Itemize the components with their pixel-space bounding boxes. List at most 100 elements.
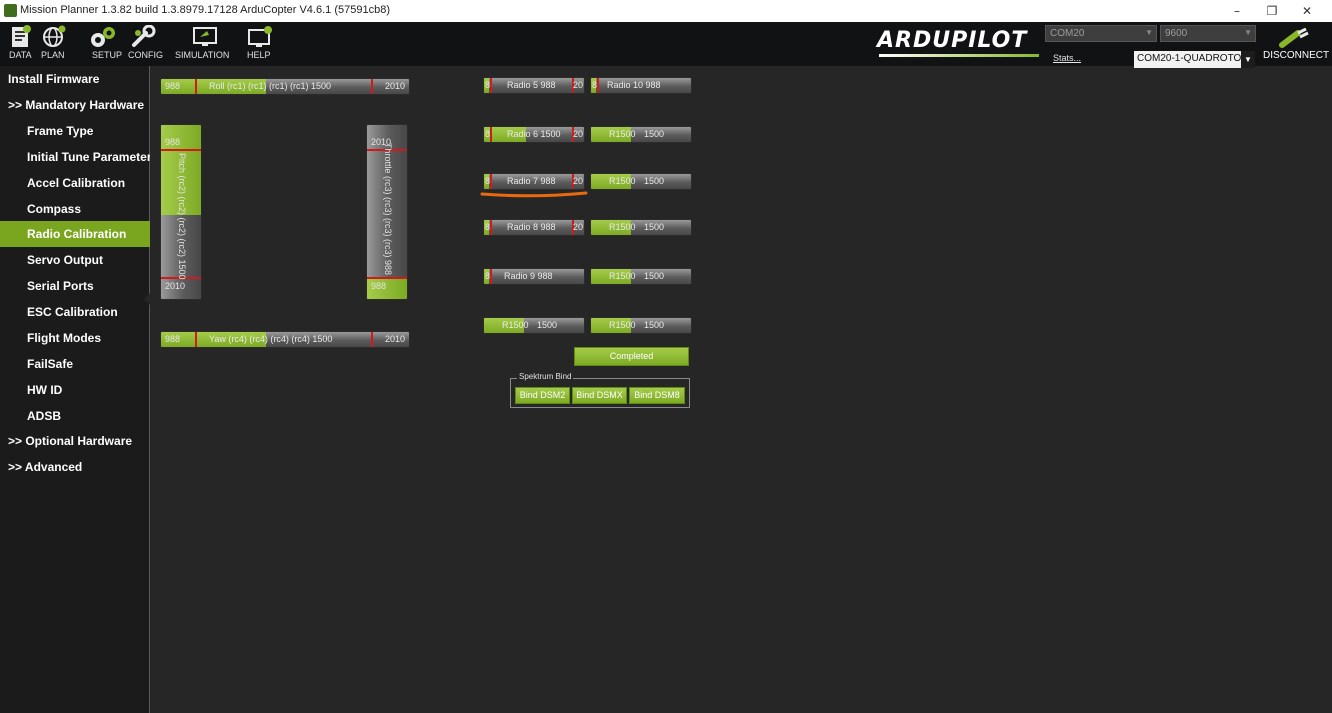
- com-port-value: COM20: [1050, 28, 1085, 39]
- sidebar-item-frame-type[interactable]: Frame Type: [0, 118, 150, 144]
- close-icon[interactable]: ✕: [1290, 2, 1324, 20]
- pitch-max-value: 2010: [165, 281, 186, 291]
- data-label: DATA: [9, 50, 32, 60]
- bind-dsm8-button[interactable]: Bind DSM8: [629, 387, 685, 404]
- connection-select[interactable]: COM20-1-QUADROTOR: [1134, 51, 1255, 68]
- baud-rate-select[interactable]: 9600 ▼: [1160, 25, 1256, 42]
- logo-underline: [879, 54, 1039, 57]
- sidebar-item-radio-calibration[interactable]: Radio Calibration: [0, 221, 150, 247]
- sidebar-item-optional-hardware[interactable]: >> Optional Hardware: [0, 428, 150, 454]
- radio-14-label: R1500: [609, 271, 636, 281]
- config-label: CONFIG: [128, 50, 163, 60]
- throttle-min-marker: [367, 277, 407, 279]
- radio-8-right: 20: [573, 222, 584, 232]
- radio-9-min-marker: [490, 269, 492, 284]
- throttle-channel-bar: 2010 Throttle (rc3) (rc3) (rc3) (rc3) 98…: [366, 124, 408, 300]
- radio-8-min-marker: [490, 220, 492, 235]
- com-port-select[interactable]: COM20 ▼: [1045, 25, 1157, 42]
- radio-16-right: 1500: [644, 320, 665, 330]
- connection-value: COM20-1-QUADROTOR: [1137, 53, 1249, 64]
- sidebar-item-failsafe[interactable]: FailSafe: [0, 351, 150, 377]
- sidebar-item-servo-output[interactable]: Servo Output: [0, 247, 150, 273]
- roll-max-value: 2010: [384, 81, 405, 91]
- sidebar-item-initial-tune-parameters[interactable]: Initial Tune Parameters: [0, 144, 150, 170]
- radio-9-left: 8: [485, 271, 491, 281]
- radio-11-right: 1500: [644, 129, 665, 139]
- radio-15-right: 1500: [537, 320, 558, 330]
- chevron-down-icon: ▼: [1145, 28, 1153, 37]
- monitor-icon: [193, 27, 217, 46]
- roll-min-marker: [195, 79, 197, 94]
- gears-icon: [91, 27, 115, 47]
- radio-10-left: 8: [592, 80, 598, 90]
- radio-14-right: 1500: [644, 271, 665, 281]
- stats-link[interactable]: Stats...: [1053, 53, 1081, 63]
- throttle-label: Throttle (rc3) (rc3) (rc3) (rc3) 988: [383, 143, 393, 276]
- roll-max-marker: [371, 79, 373, 94]
- yaw-channel-bar: 988 Yaw (rc4) (rc4) (rc4) (rc4) 1500 201…: [160, 331, 410, 348]
- radio-8-left: 8: [485, 222, 491, 232]
- radio-15-label: R1500: [502, 320, 529, 330]
- sidebar-item-compass[interactable]: Compass: [0, 196, 150, 222]
- radio-7-left: 8: [485, 176, 491, 186]
- radio-6-min-marker: [490, 127, 492, 142]
- roll-channel-bar: 988 Roll (rc1) (rc1) (rc1) (rc1) 1500 20…: [160, 78, 410, 95]
- completed-button[interactable]: Completed: [574, 347, 689, 366]
- plug-icon: [1279, 27, 1309, 48]
- setup-sidebar: Install Firmware >> Mandatory Hardware F…: [0, 66, 151, 713]
- setup-label: SETUP: [92, 50, 123, 60]
- sidebar-item-serial-ports[interactable]: Serial Ports: [0, 273, 150, 299]
- sidebar-item-accel-calibration[interactable]: Accel Calibration: [0, 170, 150, 196]
- sidebar-item-adsb[interactable]: ADSB: [0, 403, 150, 429]
- radio-11-label: R1500: [609, 129, 636, 139]
- bind-dsm2-button[interactable]: Bind DSM2: [515, 387, 570, 404]
- help-label: HELP: [247, 50, 271, 60]
- radio-10-bar: 8 Radio 10 988: [590, 77, 692, 94]
- maximize-icon[interactable]: ❐: [1255, 2, 1289, 20]
- radio-5-label: Radio 5 988: [507, 80, 556, 90]
- minimize-icon[interactable]: –: [1220, 2, 1254, 20]
- radio-5-left: 8: [485, 80, 491, 90]
- radio-5-min-marker: [490, 78, 492, 93]
- radio-7-right: 20: [573, 176, 584, 186]
- sidebar-item-mandatory-hardware[interactable]: >> Mandatory Hardware: [0, 92, 150, 118]
- spektrum-bind-group: Spektrum Bind Bind DSM2 Bind DSMX Bind D…: [510, 372, 690, 408]
- pitch-label: Pitch (rc2) (rc2) (rc2) (rc2) 1500: [177, 153, 187, 280]
- roll-min-value: 988: [165, 81, 181, 91]
- radio-14-bar: R1500 1500: [590, 268, 692, 285]
- window-title: Mission Planner 1.3.82 build 1.3.8979.17…: [20, 4, 390, 16]
- radio-13-bar: R1500 1500: [590, 219, 692, 236]
- radio-15-bar: R1500 1500: [483, 317, 585, 334]
- radio-13-label: R1500: [609, 222, 636, 232]
- sidebar-item-esc-calibration[interactable]: ESC Calibration: [0, 299, 150, 325]
- radio-12-right: 1500: [644, 176, 665, 186]
- simulation-button[interactable]: SIMULATION: [175, 22, 235, 66]
- chevron-down-icon[interactable]: ▼: [1241, 51, 1255, 68]
- sidebar-item-install-firmware[interactable]: Install Firmware: [0, 66, 150, 92]
- radio-5-right: 20: [573, 80, 584, 90]
- bind-dsmx-button[interactable]: Bind DSMX: [572, 387, 627, 404]
- throttle-bottom-value: 988: [371, 281, 387, 291]
- radio-9-label: Radio 9 988: [504, 271, 553, 281]
- radio-6-right: 20: [573, 129, 584, 139]
- roll-label: Roll (rc1) (rc1) (rc1) (rc1) 1500: [209, 81, 332, 91]
- radio-7-label: Radio 7 988: [507, 176, 556, 186]
- yaw-max-marker: [371, 332, 373, 347]
- active-item-pointer: [144, 292, 151, 306]
- plan-button[interactable]: PLAN: [38, 22, 66, 66]
- setup-button[interactable]: SETUP: [84, 22, 124, 66]
- data-icon: [12, 25, 31, 47]
- chevron-down-icon: ▼: [1244, 28, 1252, 37]
- sidebar-item-advanced[interactable]: >> Advanced: [0, 454, 150, 480]
- config-button[interactable]: CONFIG: [125, 22, 165, 66]
- sidebar-item-hw-id[interactable]: HW ID: [0, 377, 150, 403]
- sidebar-item-flight-modes[interactable]: Flight Modes: [0, 325, 150, 351]
- radio-6-bar: 8 Radio 6 1500 20: [483, 126, 585, 143]
- data-button[interactable]: DATA: [8, 22, 32, 66]
- disconnect-label: DISCONNECT: [1263, 50, 1330, 61]
- wrench-icon: [132, 25, 156, 47]
- radio-12-bar: R1500 1500: [590, 173, 692, 190]
- yaw-min-value: 988: [165, 334, 181, 344]
- radio-8-bar: 8 Radio 8 988 20: [483, 219, 585, 236]
- help-button[interactable]: HELP: [240, 22, 280, 66]
